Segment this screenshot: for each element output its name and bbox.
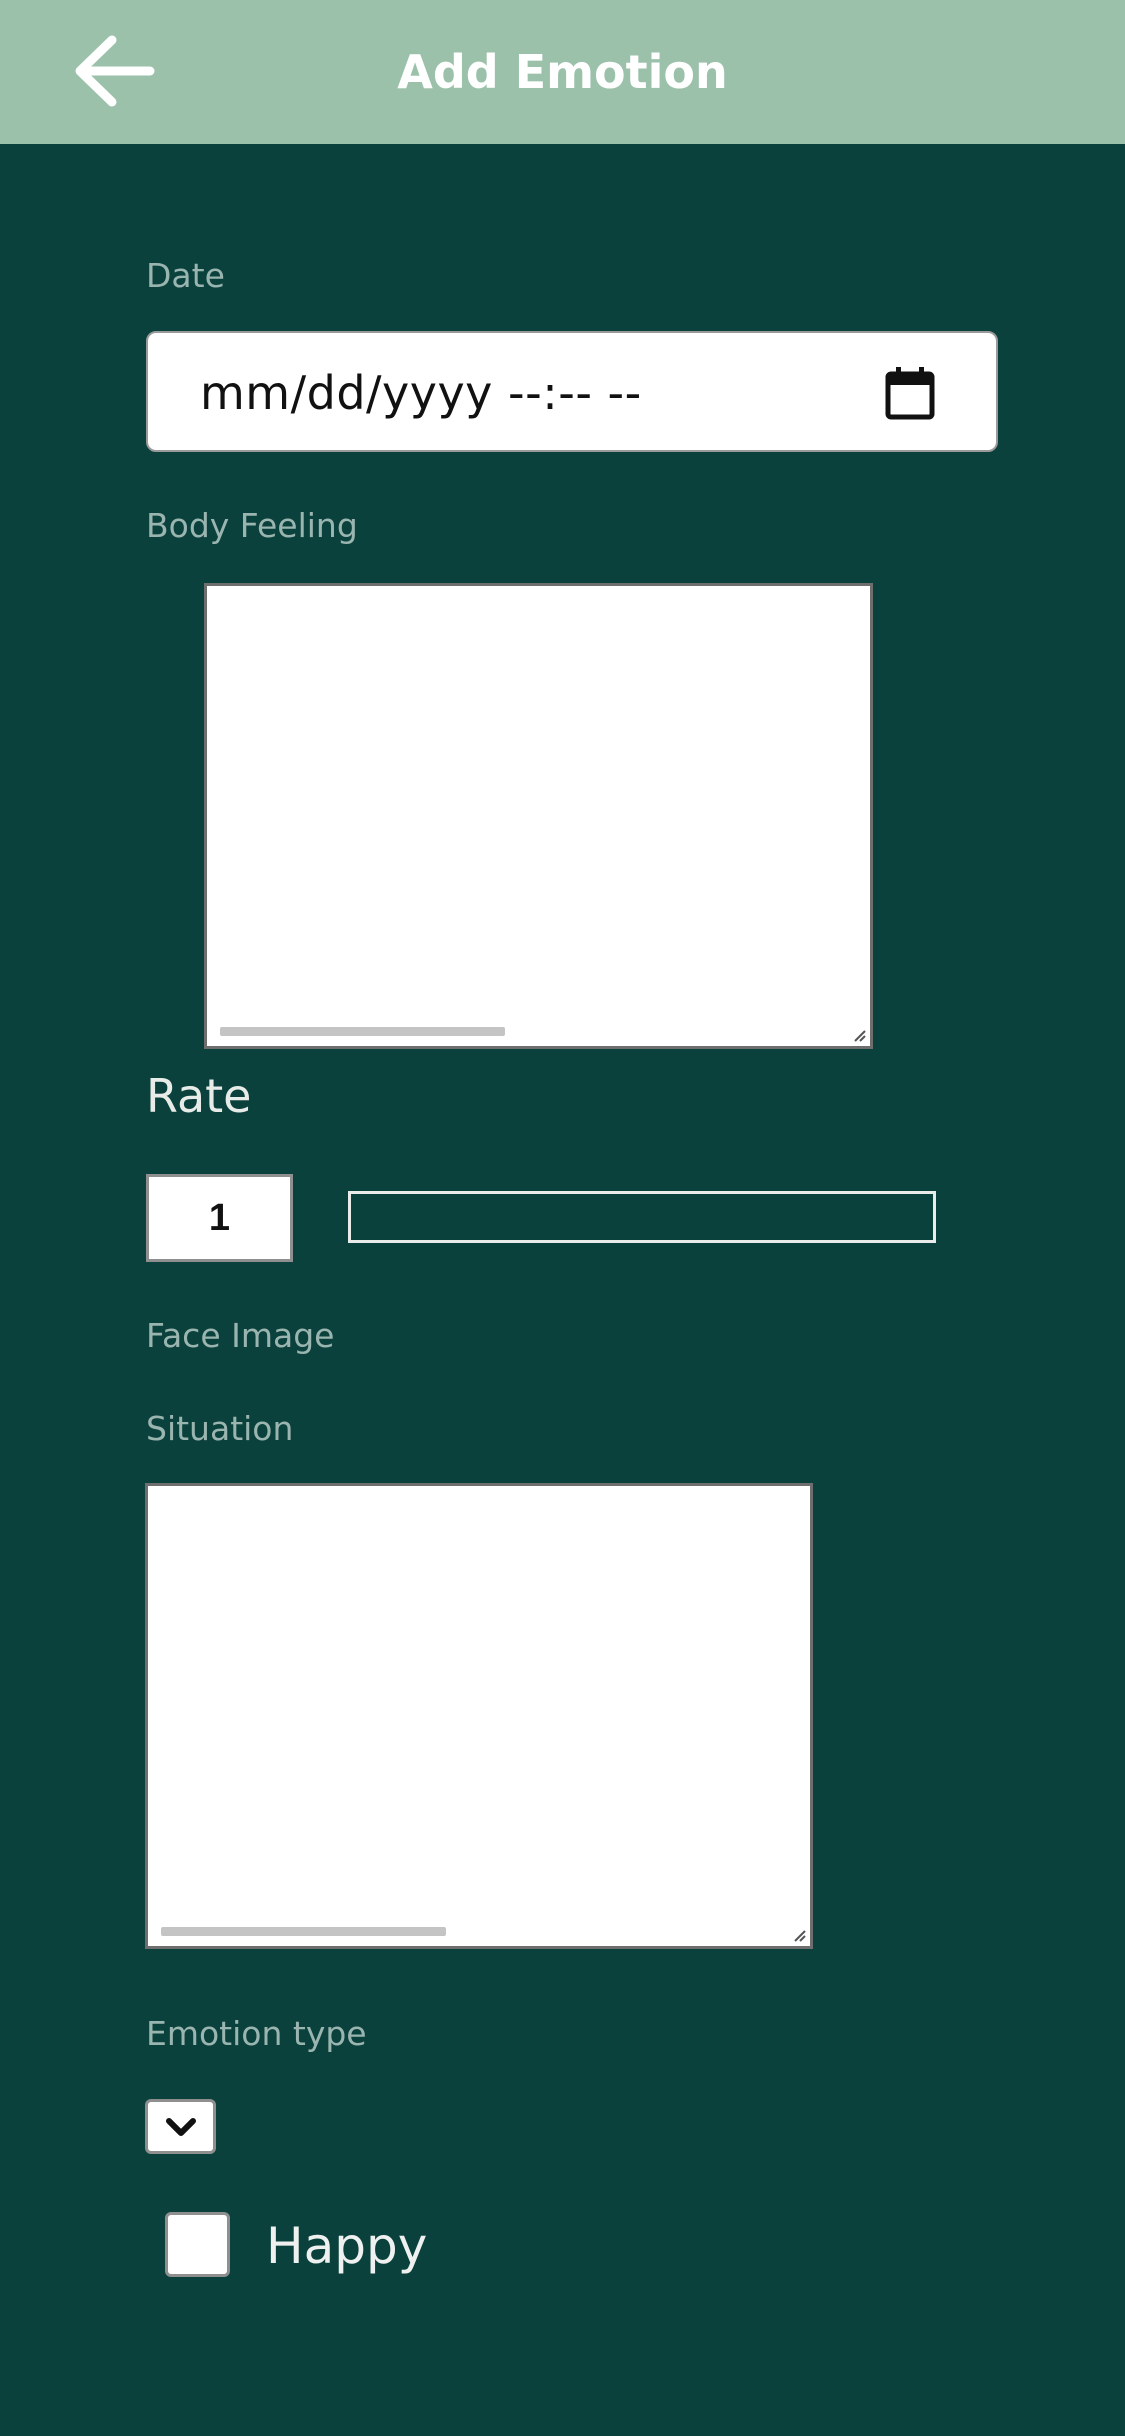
calendar-icon[interactable] [884, 365, 936, 421]
date-placeholder: mm/dd/yyyy --:-- -- [200, 366, 642, 420]
rate-title: Rate [146, 1069, 252, 1123]
emotion-type-label: Emotion type [146, 2014, 367, 2053]
emotion-type-select[interactable] [145, 2099, 216, 2154]
resize-handle-icon[interactable] [852, 1028, 866, 1042]
date-time-input[interactable]: mm/dd/yyyy --:-- -- [146, 331, 998, 452]
body-feeling-textarea[interactable] [204, 583, 873, 1049]
app-header: Add Emotion [0, 0, 1125, 144]
horizontal-scrollbar[interactable] [161, 1927, 446, 1936]
happy-checkbox-label[interactable]: Happy [266, 2216, 427, 2276]
rate-number-input[interactable]: 1 [146, 1174, 293, 1262]
date-label: Date [146, 256, 225, 295]
happy-checkbox[interactable] [165, 2212, 230, 2277]
chevron-down-icon [166, 2118, 196, 2136]
face-image-label: Face Image [146, 1316, 335, 1355]
rate-slider[interactable] [348, 1191, 936, 1243]
resize-handle-icon[interactable] [792, 1928, 806, 1942]
situation-textarea[interactable] [145, 1483, 813, 1949]
body-feeling-label: Body Feeling [146, 506, 358, 545]
page-title: Add Emotion [397, 45, 728, 99]
horizontal-scrollbar[interactable] [220, 1027, 505, 1036]
situation-label: Situation [146, 1409, 294, 1448]
